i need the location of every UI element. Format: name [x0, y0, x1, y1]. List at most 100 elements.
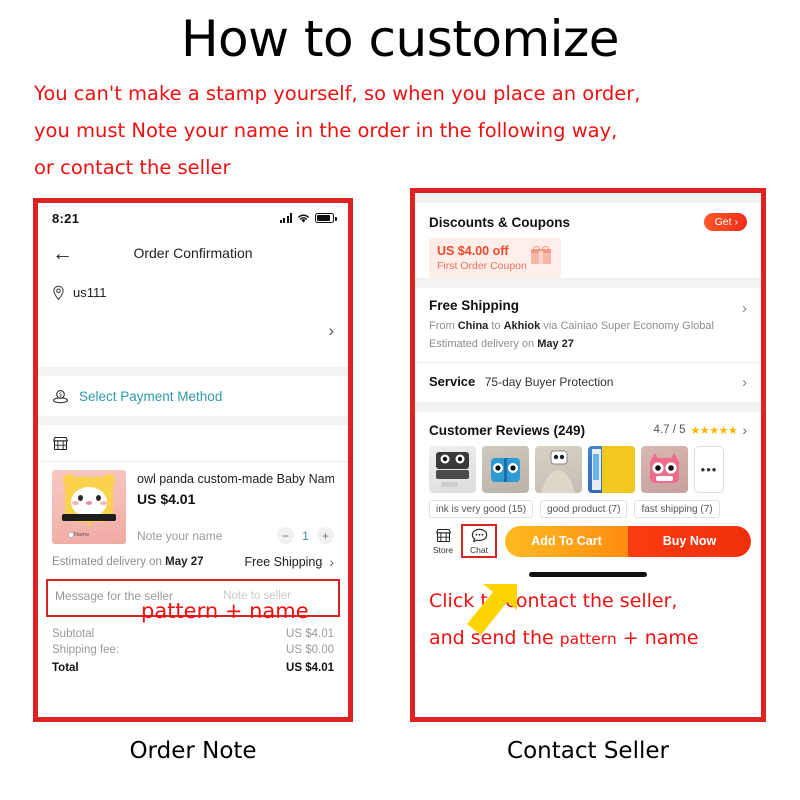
get-coupon-button[interactable]: Get ›	[703, 213, 747, 231]
product-price: US $4.01	[137, 491, 196, 507]
gift-icon	[531, 246, 551, 264]
section-gap-1	[415, 278, 761, 288]
back-arrow-icon[interactable]: ←	[52, 243, 73, 264]
totals-value: US $4.01	[286, 662, 334, 674]
top-gap	[415, 193, 761, 203]
free-shipping-title: Free Shipping	[429, 298, 520, 313]
totals-value: US $0.00	[286, 644, 334, 656]
shipping-chevron-icon[interactable]: ›	[329, 554, 334, 570]
free-shipping-section[interactable]: Free Shipping › From China to Akhiok via…	[415, 288, 761, 362]
totals-label: Subtotal	[52, 628, 95, 640]
select-payment-method-row[interactable]: $ Select Payment Method	[38, 376, 348, 416]
section-divider-2	[38, 416, 348, 425]
route-from: China	[457, 320, 489, 332]
product-note-field[interactable]: Note your name	[137, 529, 222, 543]
review-tag[interactable]: ink is very good (15)	[429, 500, 534, 518]
store-button[interactable]: Store	[425, 528, 461, 555]
review-tag[interactable]: fast shipping (7)	[634, 500, 720, 518]
message-for-seller-highlight-box[interactable]: Message for the seller Note to seller pa…	[46, 579, 340, 623]
add-to-cart-button[interactable]: Add To Cart	[505, 525, 628, 557]
more-reviews-button[interactable]: •••	[694, 446, 724, 493]
pattern-plus-name-annotation: pattern + name	[141, 599, 309, 623]
svg-text:$: $	[59, 392, 62, 398]
cta-buttons: Add To Cart Buy Now	[505, 525, 751, 557]
route-from-prefix: From	[429, 320, 458, 332]
review-photo-panda-box[interactable]	[429, 446, 476, 493]
service-text: 75-day Buyer Protection	[484, 375, 614, 389]
reviews-chevron-icon[interactable]: ›	[742, 422, 747, 438]
yellow-arrow-icon	[467, 584, 517, 635]
totals-row: Shipping fee: US $0.00	[52, 642, 334, 658]
chat-button-label: Chat	[470, 545, 488, 555]
service-section[interactable]: Service 75-day Buyer Protection ›	[415, 363, 761, 402]
shipping-row[interactable]: Estimated delivery on May 27 Free Shippi…	[38, 544, 348, 579]
payment-method-icon: $	[52, 389, 69, 403]
battery-icon	[315, 213, 337, 223]
review-tags: ink is very good (15) good product (7) f…	[415, 493, 761, 518]
rating-score: 4.7 / 5	[653, 424, 686, 436]
status-bar-clock: 8:21	[52, 210, 80, 226]
review-photo-yellow-package[interactable]	[588, 446, 635, 493]
store-button-label: Store	[432, 544, 454, 555]
eta-prefix: Estimated delivery on	[429, 338, 538, 350]
product-image-stamp-label: Name	[74, 532, 90, 538]
customer-reviews-header[interactable]: Customer Reviews (249) 4.7 / 5 ★★★★★ ›	[415, 412, 761, 438]
route-to: Akhiok	[503, 320, 541, 332]
service-title: Service	[429, 374, 476, 389]
chat-bubble-icon	[471, 528, 487, 543]
service-chevron-icon[interactable]: ›	[742, 374, 747, 391]
free-shipping-route: From China to Akhiok via Cainiao Super E…	[429, 318, 747, 334]
totals-row-total: Total US $4.01	[52, 660, 334, 676]
address-name: us111	[73, 285, 107, 300]
intro-line-3: or contact the seller	[34, 156, 231, 179]
status-bar-icons	[279, 213, 337, 224]
review-photo-pink-owl[interactable]	[641, 446, 688, 493]
quantity-minus-button[interactable]: −	[277, 527, 294, 544]
review-photo-blue-stamp[interactable]	[482, 446, 529, 493]
order-note-screenshot-frame: 8:21 ← Order Confirmation us111 › $ Sele…	[33, 198, 353, 722]
chat-button[interactable]: Chat	[461, 524, 497, 558]
section-gap-2	[415, 402, 761, 412]
shipping-method-group: Free Shipping ›	[245, 554, 335, 570]
totals-value: US $4.01	[286, 628, 334, 640]
product-title: owl panda custom-made Baby Name S...	[137, 472, 334, 486]
location-pin-icon	[53, 285, 64, 301]
intro-line-2: you must Note your name in the order in …	[34, 119, 618, 142]
get-coupon-label: Get	[714, 216, 732, 228]
nav-title: Order Confirmation	[133, 245, 253, 261]
product-row[interactable]: Name owl panda custom-made Baby Name S..…	[38, 462, 348, 544]
totals-row: Subtotal US $4.01	[52, 626, 334, 642]
totals-label: Total	[52, 662, 79, 674]
free-shipping-chevron-icon[interactable]: ›	[742, 300, 747, 317]
quantity-plus-button[interactable]: +	[317, 527, 334, 544]
customer-reviews-title: Customer Reviews (249)	[429, 422, 586, 438]
buy-now-button[interactable]: Buy Now	[628, 525, 751, 557]
address-chevron-icon[interactable]: ›	[328, 321, 334, 341]
coupons-section: Discounts & Coupons Get › US $4.00 off F…	[415, 203, 761, 278]
bottom-action-bar: Store Chat Add To Cart Buy Now	[415, 518, 761, 635]
coupon-card[interactable]: US $4.00 off First Order Coupon	[429, 238, 561, 278]
review-tag[interactable]: good product (7)	[540, 500, 628, 518]
route-to-prefix: to	[488, 320, 504, 332]
annotation-line-2-b: + name	[616, 627, 699, 649]
address-block[interactable]: us111 ›	[38, 273, 348, 367]
review-photo-strip: •••	[415, 438, 761, 493]
estimated-delivery-prefix: Estimated delivery on	[52, 556, 166, 568]
page-root: How to customize You can't make a stamp …	[0, 0, 800, 800]
product-info: owl panda custom-made Baby Name S... US …	[137, 470, 334, 544]
address-row: us111	[38, 273, 348, 301]
coupons-title: Discounts & Coupons	[429, 214, 570, 230]
page-title: How to customize	[180, 10, 620, 68]
route-via: via Cainiao Super Economy Global	[540, 320, 714, 332]
store-icon	[53, 436, 68, 450]
chevron-right-icon: ›	[734, 216, 739, 228]
review-photo-sweater[interactable]	[535, 446, 582, 493]
section-divider	[38, 367, 348, 376]
annotation-pattern-word: pattern	[559, 630, 617, 648]
store-row[interactable]	[38, 425, 348, 461]
quantity-stepper[interactable]: − 1 +	[277, 527, 334, 544]
caption-contact-seller: Contact Seller	[507, 738, 669, 764]
signal-bars-icon	[279, 213, 292, 223]
estimated-delivery-date: May 27	[165, 556, 204, 568]
coupons-header: Discounts & Coupons Get ›	[415, 203, 761, 231]
